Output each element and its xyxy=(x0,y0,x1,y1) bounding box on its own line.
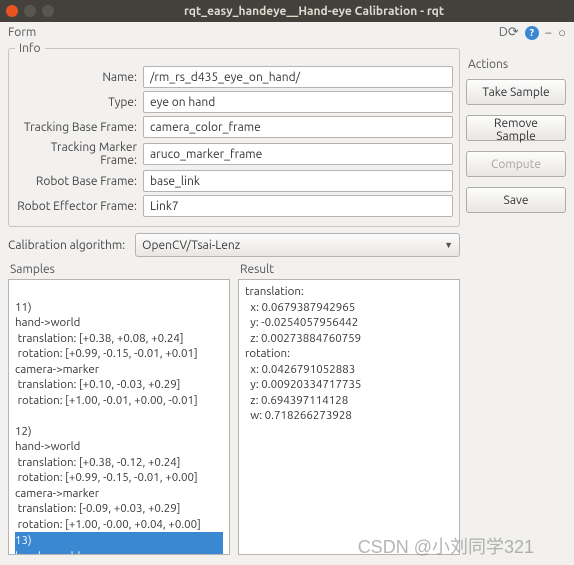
options-icon[interactable]: ○ xyxy=(558,25,566,40)
ref-label: Robot Effector Frame: xyxy=(15,200,143,213)
result-text: translation: x: 0.0679387942965 y: -0.02… xyxy=(245,285,361,422)
rbf-field[interactable] xyxy=(143,170,453,192)
take-sample-button[interactable]: Take Sample xyxy=(466,79,566,105)
ref-field[interactable] xyxy=(143,195,453,217)
reload-icon[interactable]: D⟳ xyxy=(499,25,519,40)
minimize-icon[interactable] xyxy=(24,5,36,17)
save-button[interactable]: Save xyxy=(466,187,566,213)
name-label: Name: xyxy=(15,71,143,84)
samples-plain: 11) hand->world translation: [+0.38, +0.… xyxy=(15,301,201,531)
chevron-down-icon: ▼ xyxy=(444,240,453,250)
help-icon[interactable]: ? xyxy=(525,26,539,40)
tbf-field[interactable] xyxy=(143,116,453,138)
type-field[interactable] xyxy=(143,91,453,113)
type-label: Type: xyxy=(15,96,143,109)
minus-icon[interactable]: − xyxy=(545,26,552,40)
rbf-label: Robot Base Frame: xyxy=(15,175,143,188)
maximize-icon[interactable] xyxy=(42,5,54,17)
tmf-label: Tracking Marker Frame: xyxy=(15,141,143,167)
remove-sample-button[interactable]: Remove Sample xyxy=(466,115,566,141)
result-title: Result xyxy=(240,263,460,276)
window-title: rqt_easy_handeye__Hand-eye Calibration -… xyxy=(60,5,568,18)
info-legend: Info xyxy=(15,42,45,55)
alg-select[interactable]: OpenCV/Tsai-Lenz ▼ xyxy=(135,233,460,257)
titlebar: rqt_easy_handeye__Hand-eye Calibration -… xyxy=(0,0,574,22)
samples-selected: 13) hand->world translation: [+0.38, -0.… xyxy=(15,532,223,555)
tbf-label: Tracking Base Frame: xyxy=(15,121,143,134)
actions-title: Actions xyxy=(468,58,566,71)
close-icon[interactable] xyxy=(6,5,18,17)
compute-button: Compute xyxy=(466,151,566,177)
result-textarea[interactable]: translation: x: 0.0679387942965 y: -0.02… xyxy=(238,279,460,555)
top-toolbar: Form D⟳ ? − ○ xyxy=(0,22,574,40)
samples-textarea[interactable]: 11) hand->world translation: [+0.38, +0.… xyxy=(8,279,230,555)
alg-label: Calibration algorithm: xyxy=(8,239,125,252)
tmf-field[interactable] xyxy=(143,143,453,165)
name-field[interactable] xyxy=(143,66,453,88)
form-label: Form xyxy=(8,26,36,39)
alg-value: OpenCV/Tsai-Lenz xyxy=(142,239,240,252)
samples-title: Samples xyxy=(10,263,230,276)
info-group: Info Name: Type: Tracking Base Frame: Tr… xyxy=(8,42,460,227)
